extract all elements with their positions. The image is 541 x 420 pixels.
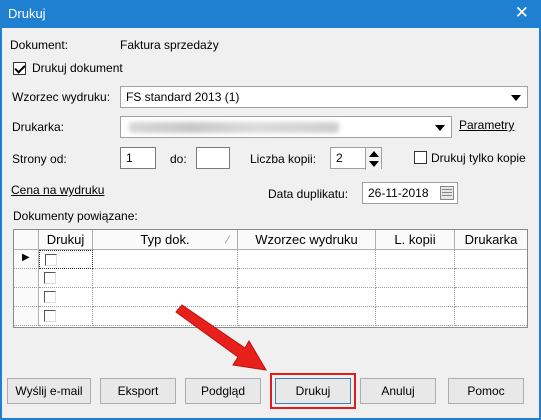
print-dialog: Drukuj ✕ Dokument: Faktura sprzedaży Dru… xyxy=(0,0,541,420)
annotation-arrow-icon xyxy=(175,304,267,371)
